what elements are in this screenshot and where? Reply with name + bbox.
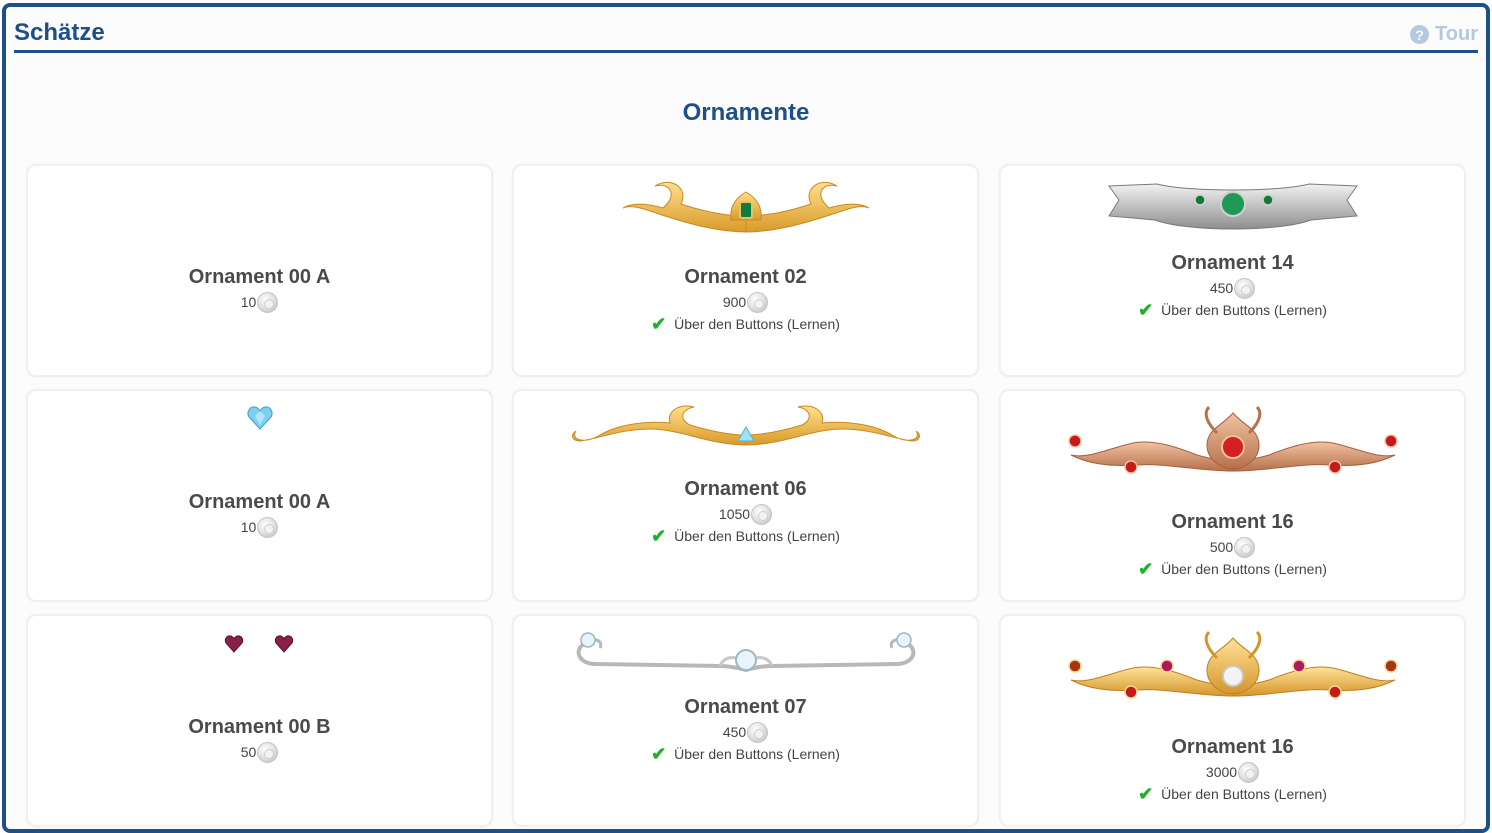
ornament-price: 3000 (1001, 761, 1464, 783)
ornament-name: Ornament 02 (684, 266, 807, 288)
copper-flower-rubies-icon (1067, 405, 1398, 474)
requirement-text: Über den Buttons (Lernen) (674, 316, 840, 332)
ornament-card[interactable]: Ornament 07 450 ✔ Über den Buttons (Lern… (512, 614, 979, 827)
unlock-requirement: ✔ Über den Buttons (Lernen) (1001, 301, 1464, 319)
unlock-requirement: ✔ Über den Buttons (Lernen) (514, 315, 977, 333)
requirement-text: Über den Buttons (Lernen) (674, 528, 840, 544)
price-value: 500 (1209, 539, 1234, 555)
ornament-name: Ornament 14 (1171, 252, 1294, 274)
ornament-name: Ornament 06 (684, 478, 807, 500)
price-value: 900 (722, 294, 747, 310)
price-value: 50 (240, 744, 257, 760)
ornament-price: 450 (1001, 277, 1464, 299)
unlock-requirement: ✔ Über den Buttons (Lernen) (514, 745, 977, 763)
question-circle-icon: ? (1410, 25, 1430, 44)
panel-header: Schätze ? Tour (14, 13, 1478, 53)
ornament-price: 10 (28, 516, 491, 538)
silver-swirl-diamonds-icon (576, 632, 915, 673)
ornament-image (28, 634, 491, 654)
ornament-price: 10 (28, 291, 491, 313)
ornament-image (1001, 176, 1464, 232)
price-value: 3000 (1205, 764, 1238, 780)
page-title: Schätze (14, 19, 105, 46)
ornament-name: Ornament 16 (1171, 736, 1294, 758)
check-icon: ✔ (1138, 559, 1154, 579)
price-value: 450 (722, 724, 747, 740)
gold-scroll-emerald-icon (622, 181, 869, 233)
check-icon: ✔ (1138, 784, 1154, 804)
ornament-image (514, 626, 977, 676)
ornament-card[interactable]: Ornament 14 450 ✔ Über den Buttons (Lern… (999, 164, 1466, 377)
ornament-image (514, 174, 977, 246)
silver-coin-icon (1234, 536, 1256, 558)
requirement-text: Über den Buttons (Lernen) (1161, 786, 1327, 802)
ornament-card[interactable]: Ornament 06 1050 ✔ Über den Buttons (Ler… (512, 389, 979, 602)
ornament-card[interactable]: Ornament 00 A 10 (26, 389, 493, 602)
silver-ribbon-emeralds-icon (1107, 183, 1358, 230)
ornament-card[interactable]: Ornament 00 A 10 (26, 164, 493, 377)
requirement-text: Über den Buttons (Lernen) (1161, 561, 1327, 577)
silver-coin-icon (747, 721, 769, 743)
unlock-requirement: ✔ Über den Buttons (Lernen) (1001, 560, 1464, 578)
price-value: 1050 (718, 506, 751, 522)
check-icon: ✔ (651, 314, 667, 334)
gold-scroll-triangle-gem-icon (571, 405, 920, 446)
price-value: 10 (240, 519, 257, 535)
ornament-name: Ornament 00 A (188, 491, 331, 513)
ornament-name: Ornament 16 (1171, 511, 1294, 533)
price-value: 10 (240, 294, 257, 310)
requirement-text: Über den Buttons (Lernen) (1161, 302, 1327, 318)
ornament-card[interactable]: Ornament 16 500 ✔ Über den Buttons (Lern… (999, 389, 1466, 602)
ornament-name: Ornament 07 (684, 696, 807, 718)
unlock-requirement: ✔ Über den Buttons (Lernen) (1001, 785, 1464, 803)
unlock-requirement: ✔ Über den Buttons (Lernen) (514, 527, 977, 545)
ornament-card[interactable]: Ornament 02 900 ✔ Über den Buttons (Lern… (512, 164, 979, 377)
check-icon: ✔ (1138, 300, 1154, 320)
tour-label: Tour (1435, 23, 1478, 45)
two-purple-hearts-icon (224, 635, 293, 653)
ornament-image (28, 405, 491, 431)
section-title: Ornamente (682, 99, 810, 126)
ornament-price: 450 (514, 721, 977, 743)
ornament-name: Ornament 00 A (188, 266, 331, 288)
gold-flower-multigem-icon (1067, 630, 1398, 699)
treasures-panel: Schätze ? Tour Ornamente Ornament 00 A 1… (2, 3, 1490, 833)
silver-coin-icon (257, 741, 279, 763)
tour-button[interactable]: ? Tour (1410, 23, 1478, 46)
check-icon: ✔ (651, 526, 667, 546)
ornament-image (1001, 628, 1464, 714)
ornament-price: 1050 (514, 503, 977, 525)
ornament-price: 500 (1001, 536, 1464, 558)
silver-coin-icon (747, 291, 769, 313)
silver-coin-icon (257, 291, 279, 313)
blue-heart-gem-icon (246, 406, 273, 430)
silver-coin-icon (751, 503, 773, 525)
ornament-price: 900 (514, 291, 977, 313)
ornament-card[interactable]: Ornament 00 B 50 (26, 614, 493, 827)
ornament-image (1001, 403, 1464, 489)
requirement-text: Über den Buttons (Lernen) (674, 746, 840, 762)
price-value: 450 (1209, 280, 1234, 296)
silver-coin-icon (1238, 761, 1260, 783)
ornament-name: Ornament 00 B (188, 716, 331, 738)
ornament-image (514, 399, 977, 461)
ornament-price: 50 (28, 741, 491, 763)
ornament-card[interactable]: Ornament 16 3000 ✔ Über den Buttons (Ler… (999, 614, 1466, 827)
silver-coin-icon (257, 516, 279, 538)
check-icon: ✔ (651, 744, 667, 764)
silver-coin-icon (1234, 277, 1256, 299)
